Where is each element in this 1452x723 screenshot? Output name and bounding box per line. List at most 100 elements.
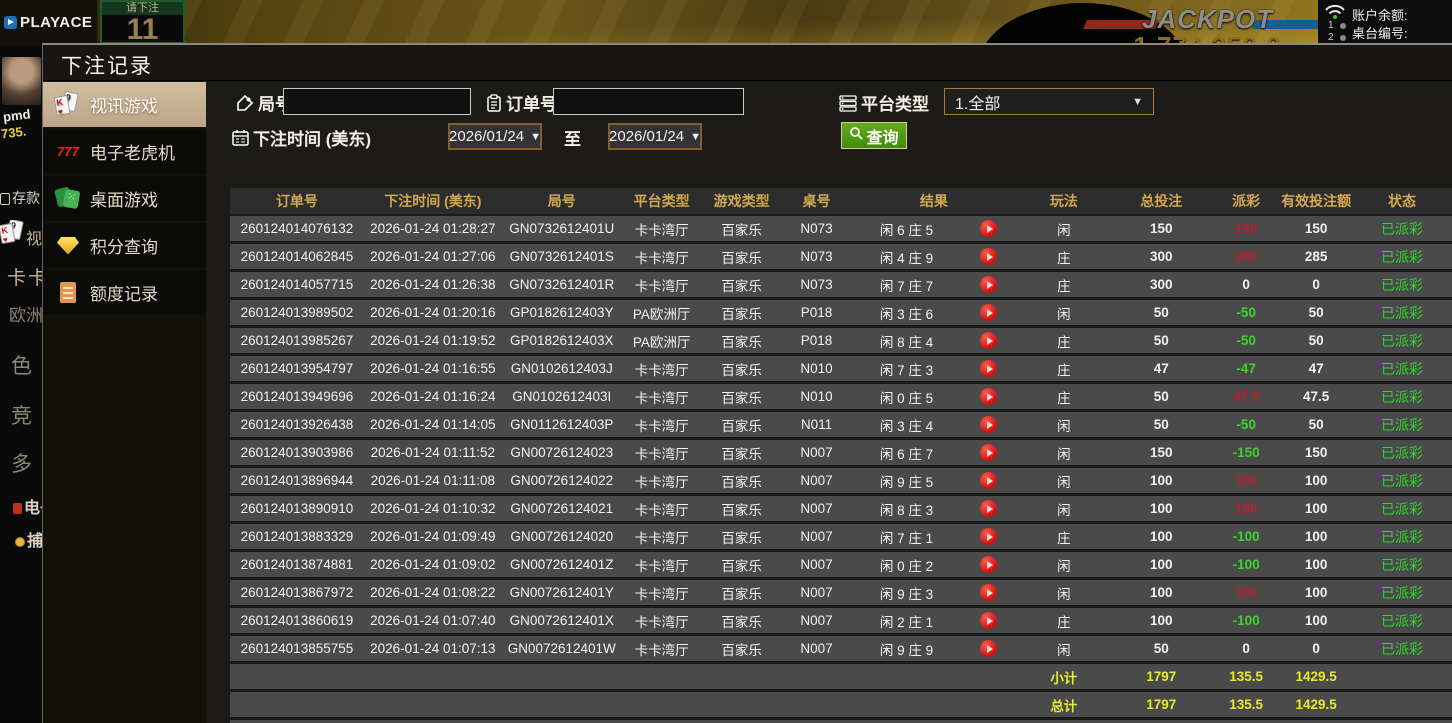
cell-round-id: GN0072612401Y <box>502 585 622 600</box>
replay-button[interactable] <box>980 304 997 321</box>
sidebar-item-label: 视讯游戏 <box>90 92 158 117</box>
cell-game-type: 百家乐 <box>702 499 782 519</box>
sidebar-item-label: 桌面游戏 <box>90 186 158 211</box>
cell-game-type: 百家乐 <box>702 303 782 323</box>
replay-button[interactable] <box>980 584 997 601</box>
sidebar-item-label: 积分查询 <box>90 233 158 258</box>
date-to-select[interactable]: 2026/01/24▼ <box>608 123 702 150</box>
replay-button[interactable] <box>980 556 997 573</box>
replay-button[interactable] <box>980 472 997 489</box>
cell-round-id: GN0732612401S <box>502 249 622 264</box>
cell-status: 已派彩 <box>1351 611 1452 631</box>
cell-play: 闲 <box>1016 639 1111 659</box>
replay-button[interactable] <box>980 612 997 629</box>
cell-round-id: GN0732612401U <box>502 221 622 236</box>
chevron-down-icon: ▼ <box>690 131 701 143</box>
round-number-input[interactable] <box>283 88 471 115</box>
replay-button[interactable] <box>980 248 997 265</box>
cell-bet-time: 2026-01-24 01:26:38 <box>364 277 502 292</box>
jackpot-banner: JACKPOT 1,774,350.0 <box>1085 2 1330 45</box>
platform-type-select[interactable]: 1.全部 ▼ <box>944 88 1154 115</box>
table-row: 260124013855755 2026-01-24 01:07:13 GN00… <box>230 636 1452 661</box>
replay-button[interactable] <box>980 388 997 405</box>
cell-platform: 卡卡湾厅 <box>622 639 702 659</box>
cell-total-bet: 50 <box>1111 417 1211 432</box>
table-row: 260124014076132 2026-01-24 01:28:27 GN07… <box>230 216 1452 241</box>
cell-round-id: GN0732612401R <box>502 277 622 292</box>
video-slot-list: 1 2 <box>1328 20 1346 44</box>
cell-total-bet: 50 <box>1111 333 1211 348</box>
video-slot-dot <box>1340 23 1346 29</box>
cell-round-id: GN0072612401Z <box>502 557 622 572</box>
cell-valid-bet: 100 <box>1281 557 1351 572</box>
cell-valid-bet: 100 <box>1281 613 1351 628</box>
cell-play: 闲 <box>1016 415 1111 435</box>
table-row: 260124013874881 2026-01-24 01:09:02 GN00… <box>230 552 1452 577</box>
cell-order-id: 260124013989502 <box>230 305 364 320</box>
replay-button[interactable] <box>980 416 997 433</box>
cell-replay <box>961 612 1016 629</box>
table-number-label: 桌台编号: <box>1352 25 1408 43</box>
nav-video-games-icon: 9K <box>0 220 26 246</box>
cell-order-id: 260124013867972 <box>230 585 364 600</box>
cell-platform: 卡卡湾厅 <box>622 527 702 547</box>
replay-button[interactable] <box>980 640 997 657</box>
cell-replay <box>961 332 1016 349</box>
col-platform: 平台类型 <box>622 191 702 211</box>
sidebar-item-video-games[interactable]: 9K 视讯游戏 <box>43 82 223 127</box>
cell-round-id: GN0102612403I <box>502 389 622 404</box>
replay-button[interactable] <box>980 276 997 293</box>
cell-result: 闲 6 庄 5 <box>852 219 962 239</box>
account-info-panel: 1 2 账户余额: 桌台编号: <box>1318 0 1452 45</box>
modal-title-bar: 下注记录 <box>43 45 1452 81</box>
cell-status: 已派彩 <box>1351 583 1452 603</box>
sidebar-item-quota-records[interactable]: 额度记录 <box>43 270 206 315</box>
sidebar-item-table-games[interactable]: 桌面游戏 <box>43 176 206 221</box>
cell-total-bet: 100 <box>1111 585 1211 600</box>
replay-button[interactable] <box>980 360 997 377</box>
table-row: 260124013954797 2026-01-24 01:16:55 GN01… <box>230 356 1452 381</box>
col-order-id: 订单号 <box>230 191 364 211</box>
date-from-select[interactable]: 2026/01/24▼ <box>448 123 542 150</box>
cell-replay <box>961 556 1016 573</box>
cell-result: 闲 0 庄 2 <box>852 555 962 575</box>
cell-replay <box>961 416 1016 433</box>
order-number-input[interactable] <box>553 88 744 115</box>
cell-bet-time: 2026-01-24 01:27:06 <box>364 249 502 264</box>
cell-bet-time: 2026-01-24 01:28:27 <box>364 221 502 236</box>
cell-round-id: GN00726124023 <box>502 445 622 460</box>
cell-bet-time: 2026-01-24 01:08:22 <box>364 585 502 600</box>
cell-platform: 卡卡湾厅 <box>622 471 702 491</box>
replay-button[interactable] <box>980 500 997 517</box>
search-button[interactable]: 查询 <box>841 122 907 149</box>
cell-play: 庄 <box>1016 331 1111 351</box>
cell-payout: 0 <box>1211 641 1281 656</box>
cell-game-type: 百家乐 <box>702 415 782 435</box>
sidebar-item-slots[interactable]: 777 电子老虎机 <box>43 129 206 174</box>
cell-result: 闲 2 庄 1 <box>852 611 962 631</box>
subtotal-payout: 135.5 <box>1211 669 1281 684</box>
cell-table-no: N007 <box>782 641 852 656</box>
cell-status: 已派彩 <box>1351 387 1452 407</box>
user-avatar <box>2 57 41 105</box>
replay-button[interactable] <box>980 444 997 461</box>
magnifier-icon <box>849 126 864 146</box>
modal-content: 局号 订单号 平台类型 1.全部 <box>206 82 1452 723</box>
cell-valid-bet: 100 <box>1281 585 1351 600</box>
replay-button[interactable] <box>980 332 997 349</box>
cell-table-no: N011 <box>782 417 852 432</box>
col-total-bet: 总投注 <box>1111 191 1211 211</box>
cell-total-bet: 50 <box>1111 305 1211 320</box>
cell-total-bet: 50 <box>1111 389 1211 404</box>
cell-table-no: N007 <box>782 529 852 544</box>
cell-total-bet: 50 <box>1111 641 1211 656</box>
sidebar-item-points-query[interactable]: 积分查询 <box>43 223 206 268</box>
nav-jing-fragment: 竞 <box>11 400 32 430</box>
replay-button[interactable] <box>980 220 997 237</box>
cell-payout: 47.5 <box>1211 389 1281 404</box>
sidebar-item-label: 额度记录 <box>90 280 158 305</box>
replay-button[interactable] <box>980 528 997 545</box>
col-payout: 派彩 <box>1211 191 1281 211</box>
cell-play: 闲 <box>1016 555 1111 575</box>
cell-game-type: 百家乐 <box>702 471 782 491</box>
